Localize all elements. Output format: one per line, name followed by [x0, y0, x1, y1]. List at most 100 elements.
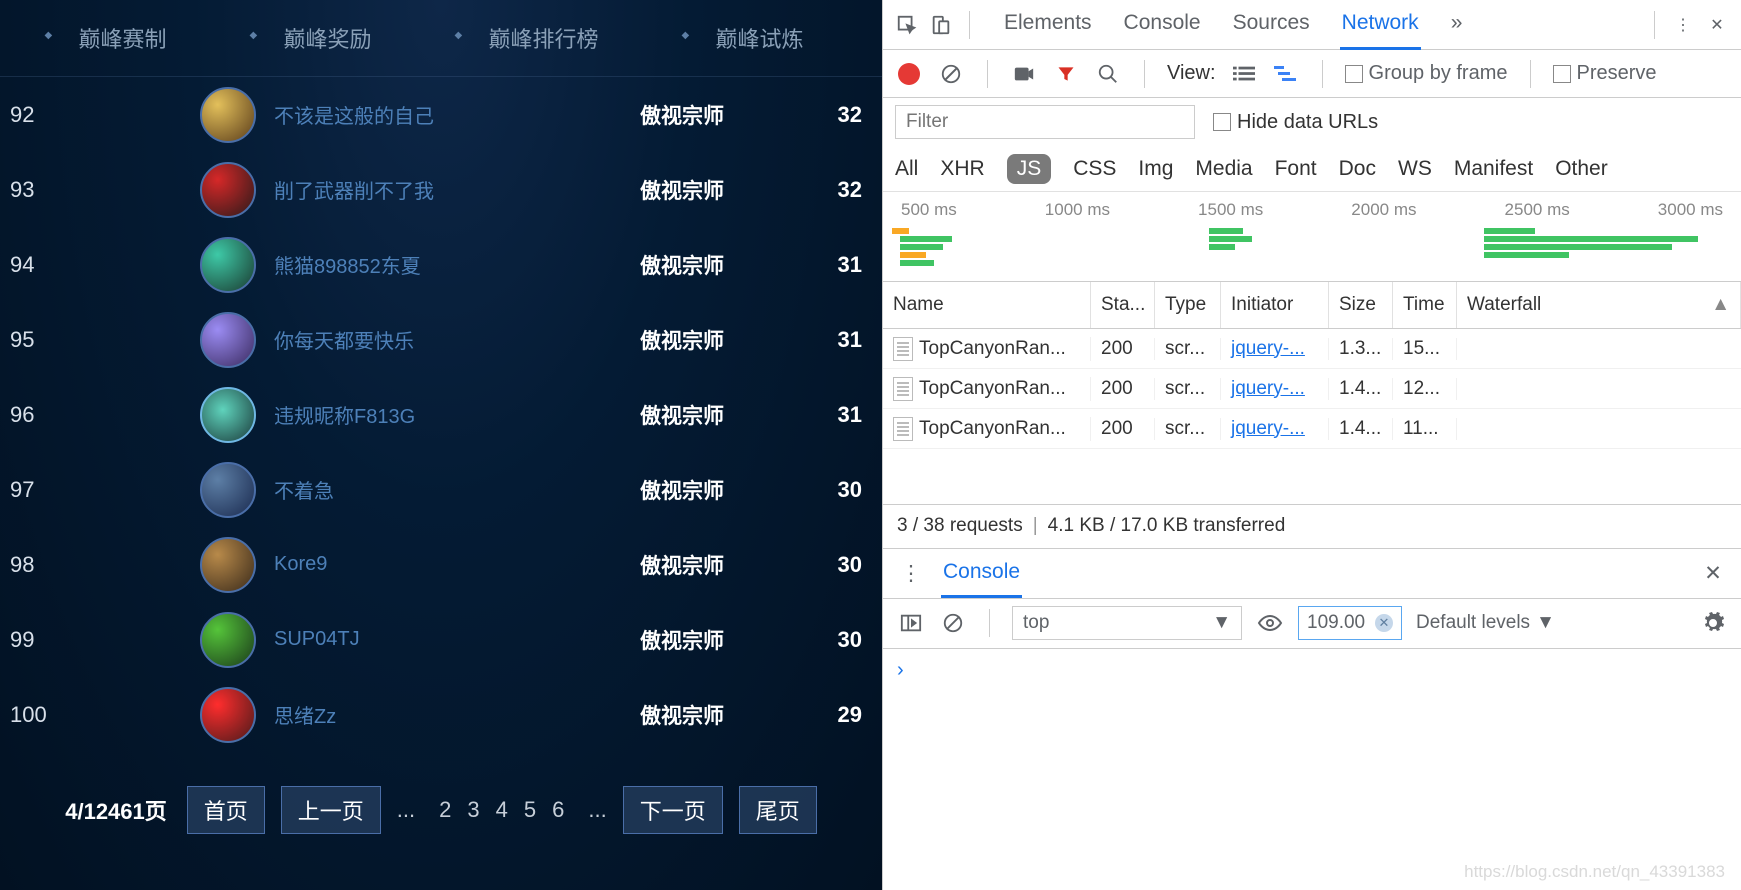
avatar[interactable]: [200, 312, 256, 368]
tab-rules[interactable]: 巅峰赛制: [70, 22, 174, 54]
player-name[interactable]: 违规昵称F813G: [274, 400, 592, 429]
hide-data-urls-checkbox[interactable]: Hide data URLs: [1213, 111, 1378, 134]
rank-row[interactable]: 94熊猫898852东夏傲视宗师31: [0, 227, 882, 302]
kebab-menu-icon[interactable]: ⋮: [1669, 11, 1697, 39]
player-name[interactable]: Kore9: [274, 553, 592, 576]
rank-number: 97: [10, 477, 70, 503]
tab-sources[interactable]: Sources: [1231, 0, 1312, 50]
col-waterfall[interactable]: Waterfall▲: [1457, 282, 1741, 328]
device-toggle-icon[interactable]: [927, 11, 955, 39]
eye-icon[interactable]: [1256, 609, 1284, 637]
type-filter-ws[interactable]: WS: [1398, 157, 1432, 181]
avatar[interactable]: [200, 462, 256, 518]
avatar[interactable]: [200, 87, 256, 143]
request-initiator[interactable]: jquery-...: [1221, 418, 1329, 440]
rank-row[interactable]: 93削了武器削不了我傲视宗师32: [0, 152, 882, 227]
list-view-icon[interactable]: [1230, 60, 1258, 88]
network-request-row[interactable]: TopCanyonRan...200scr...jquery-...1.4...…: [883, 369, 1741, 409]
kebab-menu-icon[interactable]: ⋮: [897, 559, 925, 587]
page-number[interactable]: 4: [494, 797, 510, 822]
rank-row[interactable]: 95你每天都要快乐傲视宗师31: [0, 302, 882, 377]
request-initiator[interactable]: jquery-...: [1221, 338, 1329, 360]
console-body[interactable]: › https://blog.csdn.net/qn_43391383: [883, 649, 1741, 890]
col-size[interactable]: Size: [1329, 282, 1393, 328]
type-filter-media[interactable]: Media: [1195, 157, 1252, 181]
preserve-log-checkbox[interactable]: Preserve: [1553, 62, 1657, 85]
avatar[interactable]: [200, 237, 256, 293]
type-filter-all[interactable]: All: [895, 157, 918, 181]
player-name[interactable]: SUP04TJ: [274, 628, 592, 651]
type-filter-js[interactable]: JS: [1007, 154, 1052, 184]
player-name[interactable]: 不着急: [274, 475, 592, 504]
type-filter-css[interactable]: CSS: [1073, 157, 1116, 181]
player-name[interactable]: 熊猫898852东夏: [274, 250, 592, 279]
col-initiator[interactable]: Initiator: [1221, 282, 1329, 328]
avatar[interactable]: [200, 687, 256, 743]
search-icon[interactable]: [1094, 60, 1122, 88]
close-icon[interactable]: ✕: [1699, 559, 1727, 587]
avatar[interactable]: [200, 612, 256, 668]
avatar[interactable]: [200, 537, 256, 593]
tab-trial[interactable]: 巅峰试炼: [707, 22, 811, 54]
console-filter-input[interactable]: 109.00✕: [1298, 606, 1402, 640]
type-filter-font[interactable]: Font: [1275, 157, 1317, 181]
clear-filter-icon[interactable]: ✕: [1375, 614, 1393, 632]
type-filter-doc[interactable]: Doc: [1339, 157, 1376, 181]
type-filter-img[interactable]: Img: [1138, 157, 1173, 181]
rank-row[interactable]: 92不该是这般的自己傲视宗师32: [0, 77, 882, 152]
inspect-icon[interactable]: [893, 11, 921, 39]
sidebar-toggle-icon[interactable]: [897, 609, 925, 637]
page-number[interactable]: 6: [550, 797, 566, 822]
page-last-button[interactable]: 尾页: [739, 786, 817, 834]
timeline[interactable]: 500 ms1000 ms1500 ms2000 ms2500 ms3000 m…: [883, 192, 1741, 282]
page-number[interactable]: 3: [465, 797, 481, 822]
page-prev-button[interactable]: 上一页: [281, 786, 381, 834]
tab-network[interactable]: Network: [1340, 0, 1421, 50]
player-name[interactable]: 你每天都要快乐: [274, 325, 592, 354]
page-number[interactable]: 5: [522, 797, 538, 822]
waterfall-view-icon[interactable]: [1272, 60, 1300, 88]
context-select[interactable]: top▼: [1012, 606, 1242, 640]
page-number[interactable]: 2: [437, 797, 453, 822]
rank-row[interactable]: 100思绪Zz傲视宗师29: [0, 677, 882, 752]
filter-input[interactable]: [895, 105, 1195, 139]
filter-icon[interactable]: [1052, 60, 1080, 88]
col-name[interactable]: Name: [883, 282, 1091, 328]
type-filter-xhr[interactable]: XHR: [940, 157, 984, 181]
player-name[interactable]: 削了武器削不了我: [274, 175, 592, 204]
page-next-button[interactable]: 下一页: [623, 786, 723, 834]
rank-row[interactable]: 97不着急傲视宗师30: [0, 452, 882, 527]
record-icon[interactable]: [895, 60, 923, 88]
tab-leaderboard[interactable]: 巅峰排行榜: [480, 22, 606, 54]
col-type[interactable]: Type: [1155, 282, 1221, 328]
clear-console-icon[interactable]: [939, 609, 967, 637]
player-name[interactable]: 思绪Zz: [274, 700, 592, 729]
log-levels-select[interactable]: Default levels ▼: [1416, 612, 1555, 634]
network-request-row[interactable]: TopCanyonRan...200scr...jquery-...1.4...…: [883, 409, 1741, 449]
console-tab[interactable]: Console: [941, 549, 1022, 598]
type-filter-other[interactable]: Other: [1555, 157, 1608, 181]
network-request-row[interactable]: TopCanyonRan...200scr...jquery-...1.3...…: [883, 329, 1741, 369]
player-name[interactable]: 不该是这般的自己: [274, 100, 592, 129]
gear-icon[interactable]: [1699, 609, 1727, 637]
page-first-button[interactable]: 首页: [187, 786, 265, 834]
avatar[interactable]: [200, 162, 256, 218]
rank-row[interactable]: 99SUP04TJ傲视宗师30: [0, 602, 882, 677]
col-status[interactable]: Sta...: [1091, 282, 1155, 328]
tab-console[interactable]: Console: [1122, 0, 1203, 50]
console-prompt: ›: [897, 659, 904, 681]
tab-rewards[interactable]: 巅峰奖励: [275, 22, 379, 54]
rank-row[interactable]: 98Kore9傲视宗师30: [0, 527, 882, 602]
rank-tier: 傲视宗师: [592, 700, 772, 730]
clear-icon[interactable]: [937, 60, 965, 88]
avatar[interactable]: [200, 387, 256, 443]
request-initiator[interactable]: jquery-...: [1221, 378, 1329, 400]
tab-elements[interactable]: Elements: [1002, 0, 1094, 50]
tab-more[interactable]: »: [1449, 0, 1465, 50]
rank-row[interactable]: 96违规昵称F813G傲视宗师31: [0, 377, 882, 452]
group-by-frame-checkbox[interactable]: Group by frame: [1345, 62, 1508, 85]
type-filter-manifest[interactable]: Manifest: [1454, 157, 1533, 181]
close-icon[interactable]: ✕: [1703, 11, 1731, 39]
camera-icon[interactable]: [1010, 60, 1038, 88]
col-time[interactable]: Time: [1393, 282, 1457, 328]
